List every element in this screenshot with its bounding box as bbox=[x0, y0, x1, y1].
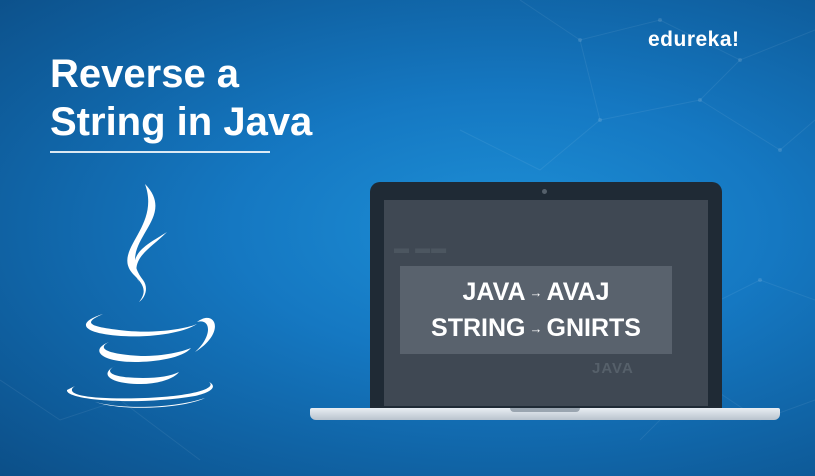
edureka-logo: edureka! bbox=[648, 28, 740, 51]
webcam-icon bbox=[542, 189, 547, 194]
laptop-illustration: ▬ ▬▬ JAVA → AVAJ STRING → GNIRTS JAVA bbox=[310, 182, 780, 422]
screen-watermark: JAVA bbox=[592, 360, 634, 377]
example-output: AVAJ bbox=[546, 278, 610, 306]
laptop-bezel: ▬ ▬▬ JAVA → AVAJ STRING → GNIRTS JAVA bbox=[370, 182, 722, 410]
example-row-java: JAVA → AVAJ bbox=[463, 274, 610, 310]
reverse-examples-panel: JAVA → AVAJ STRING → GNIRTS bbox=[400, 266, 672, 354]
laptop-notch bbox=[510, 408, 580, 412]
example-output: GNIRTS bbox=[546, 314, 641, 342]
java-coffee-cup-icon bbox=[66, 184, 215, 408]
example-row-string: STRING → GNIRTS bbox=[431, 310, 641, 346]
example-input: STRING bbox=[431, 314, 526, 342]
title-line-1: Reverse a bbox=[50, 52, 240, 96]
screen-decor-line: ▬ ▬▬ bbox=[394, 240, 448, 257]
title-line-2: String in Java bbox=[50, 100, 313, 144]
page-title: Reverse a String in Java bbox=[50, 50, 312, 146]
laptop-screen: ▬ ▬▬ JAVA → AVAJ STRING → GNIRTS JAVA bbox=[384, 200, 708, 406]
arrow-icon: → bbox=[529, 285, 543, 300]
title-underline bbox=[50, 151, 270, 153]
banner: edureka! Reverse a String in Java ▬ ▬▬ J… bbox=[0, 0, 815, 476]
example-input: JAVA bbox=[462, 278, 526, 306]
arrow-icon: → bbox=[529, 321, 543, 336]
